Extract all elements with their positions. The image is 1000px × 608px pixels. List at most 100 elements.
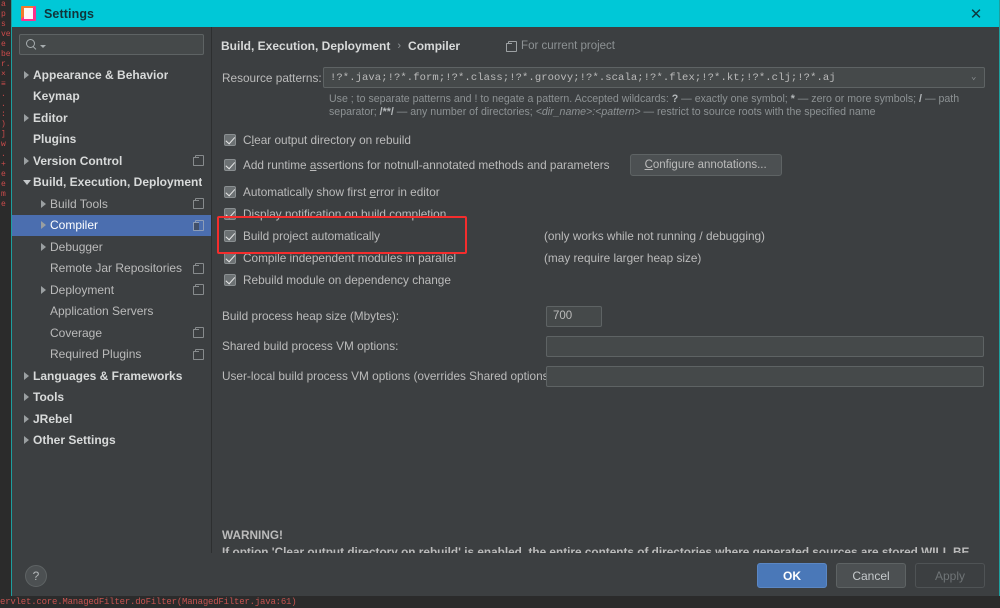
sidebar-item-application-servers[interactable]: Application Servers bbox=[12, 301, 211, 323]
sidebar-item-plugins[interactable]: Plugins bbox=[12, 129, 211, 151]
expand-corner-icon[interactable]: ⌄ bbox=[971, 73, 980, 82]
chevron-right-icon[interactable] bbox=[37, 219, 50, 232]
sidebar-item-build-execution-deployment[interactable]: Build, Execution, Deployment bbox=[12, 172, 211, 194]
help-button[interactable]: ? bbox=[25, 564, 47, 587]
code-fragment: ) bbox=[1, 120, 6, 129]
hint-wildcard-dstar: /**/ bbox=[379, 106, 394, 118]
checkbox-indicator[interactable] bbox=[224, 208, 236, 220]
chevron-right-icon[interactable] bbox=[20, 412, 33, 425]
chevron-right-icon[interactable] bbox=[37, 197, 50, 210]
heap-size-input[interactable]: 700 bbox=[546, 305, 602, 327]
sidebar-item-label: Required Plugins bbox=[50, 347, 142, 362]
checkbox-automatically-show-first-error-in-editor[interactable]: Automatically show first error in editor bbox=[219, 182, 985, 202]
code-fragment: ] bbox=[1, 130, 6, 139]
checkbox-note: (only works while not running / debuggin… bbox=[544, 229, 765, 243]
resource-patterns-input[interactable]: !?*.java;!?*.form;!?*.class;!?*.groovy;!… bbox=[323, 67, 985, 88]
breadcrumb-parent[interactable]: Build, Execution, Deployment bbox=[221, 39, 390, 53]
search-input[interactable] bbox=[46, 38, 203, 51]
search-icon bbox=[26, 39, 37, 50]
hint-text-2a: separator; bbox=[329, 106, 380, 118]
settings-tree[interactable]: Appearance & Behavior Keymap Editor Plugins… bbox=[12, 63, 211, 553]
chevron-right-icon[interactable] bbox=[37, 283, 50, 296]
checkbox-label-pre: Rebuild module on dependency change bbox=[243, 273, 451, 287]
hint-dirname-pattern: <dir_name>:<pattern> bbox=[535, 106, 641, 118]
hint-text-2c: — restrict to source roots with the spec… bbox=[640, 106, 876, 118]
sidebar-item-label: Remote Jar Repositories bbox=[50, 261, 183, 276]
resource-patterns-value: !?*.java;!?*.form;!?*.class;!?*.groovy;!… bbox=[330, 71, 836, 84]
ide-console-line: ervlet.core.ManagedFilter.doFilter(Manag… bbox=[0, 596, 1000, 608]
project-scope-icon bbox=[193, 219, 204, 231]
intellij-idea-icon bbox=[21, 6, 36, 21]
sidebar-item-remote-jar-repositories[interactable]: Remote Jar Repositories bbox=[12, 258, 211, 280]
chevron-right-icon[interactable] bbox=[20, 68, 33, 81]
code-fragment: p bbox=[1, 10, 6, 19]
checkbox-indicator[interactable] bbox=[224, 159, 236, 171]
resource-patterns-hint: Use ; to separate patterns and ! to nega… bbox=[329, 93, 979, 119]
vm-options-input[interactable] bbox=[546, 365, 984, 387]
code-fragment: a bbox=[1, 0, 6, 9]
code-fragment: e bbox=[1, 40, 6, 49]
sidebar-item-coverage[interactable]: Coverage bbox=[12, 322, 211, 344]
chevron-right-icon[interactable] bbox=[20, 391, 33, 404]
ok-button[interactable]: OK bbox=[757, 563, 827, 588]
hint-text-1c: — zero or more symbols; bbox=[794, 93, 920, 105]
project-scope-icon bbox=[193, 198, 204, 210]
settings-content-pane: Build, Execution, Deployment › Compiler … bbox=[212, 27, 999, 553]
cancel-button[interactable]: Cancel bbox=[836, 563, 906, 588]
sidebar-item-jrebel[interactable]: JRebel bbox=[12, 408, 211, 430]
checkbox-indicator[interactable] bbox=[224, 274, 236, 286]
sidebar-item-deployment[interactable]: Deployment bbox=[12, 279, 211, 301]
sidebar-item-other-settings[interactable]: Other Settings bbox=[12, 430, 211, 452]
project-scope-icon bbox=[506, 40, 518, 52]
vm-options-input[interactable] bbox=[546, 335, 984, 357]
checkbox-add-runtime-assertions-for-notnull-annotated-met[interactable]: Add runtime assertions for notnull-annot… bbox=[219, 152, 985, 178]
sidebar-item-label: Other Settings bbox=[33, 433, 116, 448]
sidebar-item-debugger[interactable]: Debugger bbox=[12, 236, 211, 258]
sidebar-item-version-control[interactable]: Version Control bbox=[12, 150, 211, 172]
checkbox-rebuild-module-on-dependency-change[interactable]: Rebuild module on dependency change bbox=[219, 270, 985, 290]
checkbox-clear-output-directory-on-rebuild[interactable]: Clear output directory on rebuild bbox=[219, 130, 985, 150]
field-label: Build process heap size (Mbytes): bbox=[222, 309, 400, 323]
checkbox-indicator[interactable] bbox=[224, 134, 236, 146]
sidebar-item-compiler[interactable]: Compiler bbox=[12, 214, 211, 236]
code-fragment: e bbox=[1, 180, 6, 189]
sidebar-item-build-tools[interactable]: Build Tools bbox=[12, 193, 211, 215]
checkbox-label: Build project automatically bbox=[243, 229, 380, 243]
sidebar-item-tools[interactable]: Tools bbox=[12, 387, 211, 409]
code-fragment: : bbox=[1, 110, 6, 119]
checkbox-build-project-automatically[interactable]: Build project automatically (only works w… bbox=[219, 226, 985, 246]
chevron-right-icon[interactable] bbox=[37, 240, 50, 253]
project-scope-icon bbox=[193, 348, 204, 360]
chevron-right-icon[interactable] bbox=[20, 434, 33, 447]
checkbox-indicator[interactable] bbox=[224, 230, 236, 242]
chevron-down-icon[interactable] bbox=[20, 176, 33, 189]
warning-heading: WARNING! bbox=[222, 528, 283, 542]
checkbox-indicator[interactable] bbox=[224, 186, 236, 198]
sidebar-item-label: Build Tools bbox=[50, 196, 108, 211]
checkbox-display-notification-on-build-completion[interactable]: Display notification on build completion bbox=[219, 204, 985, 224]
configure-annotations-mnemonic: C bbox=[644, 159, 653, 171]
sidebar-item-languages-frameworks[interactable]: Languages & Frameworks bbox=[12, 365, 211, 387]
code-fragment: s bbox=[1, 20, 6, 29]
chevron-right-icon[interactable] bbox=[20, 154, 33, 167]
chevron-right-icon[interactable] bbox=[20, 369, 33, 382]
field-value: 700 bbox=[553, 310, 573, 322]
configure-annotations-button[interactable]: Configure annotations... bbox=[629, 154, 782, 176]
sidebar-item-appearance-behavior[interactable]: Appearance & Behavior bbox=[12, 64, 211, 86]
code-fragment: e bbox=[1, 200, 6, 209]
checkbox-compile-independent-modules-in-parallel[interactable]: Compile independent modules in parallel (… bbox=[219, 248, 985, 268]
search-box[interactable] bbox=[19, 34, 204, 55]
checkbox-note: (may require larger heap size) bbox=[544, 251, 702, 265]
code-fragment: e bbox=[1, 170, 6, 179]
resource-patterns-row: Resource patterns: !?*.java;!?*.form;!?*… bbox=[219, 67, 985, 88]
sidebar-item-required-plugins[interactable]: Required Plugins bbox=[12, 344, 211, 366]
sidebar-item-keymap[interactable]: Keymap bbox=[12, 86, 211, 108]
checkbox-indicator[interactable] bbox=[224, 252, 236, 264]
sidebar-item-editor[interactable]: Editor bbox=[12, 107, 211, 129]
close-icon[interactable]: ✕ bbox=[953, 0, 999, 27]
sidebar-search-row bbox=[12, 34, 211, 63]
chevron-right-icon[interactable] bbox=[20, 111, 33, 124]
ide-editor-sliver: a p s ve e be r. × ≡..:)] w. + e e m e bbox=[0, 0, 11, 608]
breadcrumb-current: Compiler bbox=[408, 39, 461, 53]
